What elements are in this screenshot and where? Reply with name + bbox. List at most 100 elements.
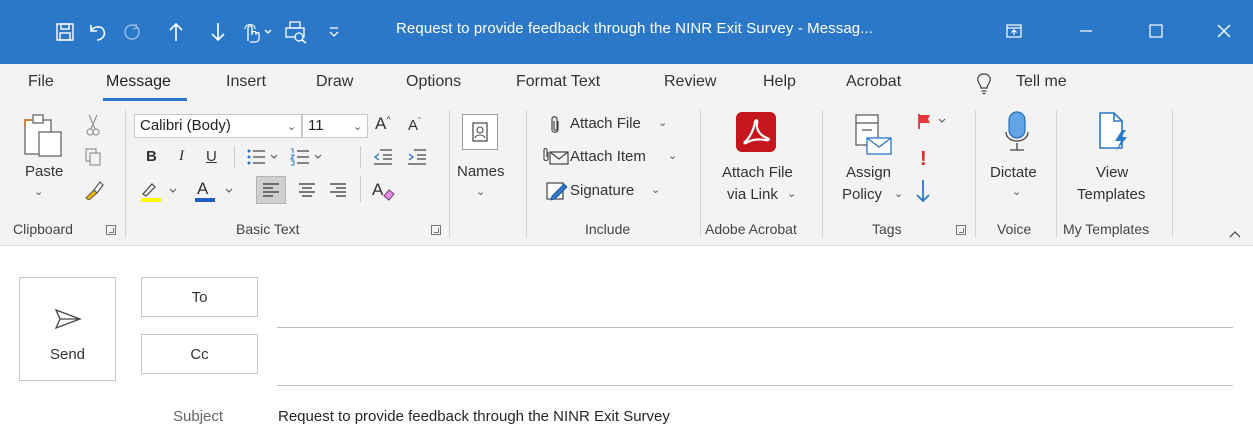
shrink-font-icon[interactable]: Aˇ [408,116,421,134]
minimize-icon[interactable] [1063,14,1109,48]
paste-icon[interactable] [22,112,66,163]
ribbon-display-options-icon[interactable] [991,14,1037,48]
clipboard-launcher-icon[interactable] [106,225,116,235]
close-icon[interactable] [1201,14,1247,48]
attach-item-button[interactable]: Attach Item [570,148,646,165]
paste-label[interactable]: Paste [25,163,63,180]
attach-file-button[interactable]: Attach File [570,115,641,132]
numbering-icon[interactable] [290,148,326,171]
tab-draw[interactable]: Draw [316,73,353,91]
clipboard-group-label: Clipboard [13,221,73,237]
font-color-icon[interactable]: A [194,178,240,207]
follow-up-flag-icon[interactable] [916,112,950,135]
attach-file-via-link-chevron-icon[interactable]: ⌄ [787,187,796,200]
signature-chevron-icon[interactable]: ⌄ [651,183,660,196]
assign-policy-line1[interactable]: Assign [846,164,891,181]
underline-button[interactable]: U [206,148,217,165]
to-field-underline [277,327,1233,328]
save-icon[interactable] [50,17,80,47]
to-label: To [191,288,208,306]
dictate-label[interactable]: Dictate [990,164,1037,181]
view-templates-line1[interactable]: View [1096,164,1128,181]
microphone-icon[interactable] [1004,110,1030,161]
inline-separator [234,146,235,168]
format-painter-icon[interactable] [84,180,104,205]
attach-file-via-link-line2[interactable]: via Link [727,186,778,203]
attach-file-via-link-line1[interactable]: Attach File [722,164,793,181]
grow-font-icon[interactable]: A^ [375,114,391,134]
view-templates-icon[interactable] [1097,110,1131,157]
tab-insert[interactable]: Insert [226,73,266,91]
send-icon [54,308,82,335]
collapse-ribbon-icon[interactable] [1228,226,1242,244]
adobe-acrobat-group-label: Adobe Acrobat [705,221,797,237]
attach-file-chevron-icon[interactable]: ⌄ [658,116,667,129]
names-label[interactable]: Names [457,163,505,180]
undo-icon[interactable] [83,17,113,47]
font-size-value: 11 [308,117,324,134]
basic-text-launcher-icon[interactable] [431,225,441,235]
view-templates-line2[interactable]: Templates [1077,186,1145,203]
cc-label: Cc [190,345,209,363]
italic-button[interactable]: I [179,148,184,165]
tab-options[interactable]: Options [406,73,461,91]
maximize-icon[interactable] [1133,14,1179,48]
cc-field[interactable] [279,357,1233,383]
to-field[interactable] [279,300,1233,326]
address-book-icon[interactable] [462,114,498,150]
to-button[interactable]: To [141,277,258,317]
assign-policy-line2[interactable]: Policy [842,186,882,203]
previous-item-icon[interactable] [161,17,191,47]
bullets-icon[interactable] [246,148,282,171]
tab-acrobat[interactable]: Acrobat [846,73,901,91]
decrease-indent-icon[interactable] [373,148,393,171]
signature-icon[interactable] [546,181,568,206]
assign-policy-icon[interactable] [853,112,895,163]
clear-formatting-icon[interactable]: A [371,178,397,207]
dictate-chevron-icon[interactable]: ⌄ [1012,185,1021,198]
attach-file-icon[interactable] [547,115,563,140]
names-chevron-icon[interactable]: ⌄ [476,185,485,198]
tab-review[interactable]: Review [664,73,716,91]
font-size-combobox[interactable]: 11 ⌄ [302,114,368,138]
print-preview-icon[interactable] [281,17,311,47]
tell-me-search[interactable]: Tell me [1016,73,1067,91]
align-right-icon[interactable] [324,177,352,208]
copy-icon[interactable] [84,147,102,172]
increase-indent-icon[interactable] [407,148,427,171]
touch-mode-icon[interactable] [240,17,274,47]
low-importance-icon[interactable] [914,178,932,209]
customize-qat-icon[interactable] [322,17,346,47]
subject-field[interactable]: Request to provide feedback through the … [278,408,670,425]
cut-icon[interactable] [85,114,101,141]
lightbulb-icon [976,73,992,100]
tab-help[interactable]: Help [763,73,796,91]
tags-launcher-icon[interactable] [956,225,966,235]
tab-message[interactable]: Message [106,73,171,91]
include-group-label: Include [585,221,631,237]
attach-item-icon[interactable] [543,147,569,172]
high-importance-icon[interactable]: ! [920,148,927,171]
redo-icon[interactable] [117,17,147,47]
next-item-icon[interactable] [203,17,233,47]
adobe-acrobat-icon[interactable] [736,112,776,152]
highlight-icon[interactable] [140,180,184,207]
cc-button[interactable]: Cc [141,334,258,374]
group-separator [975,110,976,238]
svg-text:A: A [372,180,384,199]
font-name-combobox[interactable]: Calibri (Body) ⌄ [134,114,302,138]
send-button[interactable]: Send [19,277,116,381]
align-left-icon[interactable] [256,176,286,204]
attach-item-chevron-icon[interactable]: ⌄ [668,149,677,162]
tab-format-text[interactable]: Format Text [516,73,600,91]
group-separator [822,110,823,238]
group-separator [125,110,126,238]
assign-policy-chevron-icon[interactable]: ⌄ [894,187,903,200]
group-separator [526,110,527,238]
bold-button[interactable]: B [146,148,157,165]
tab-file[interactable]: File [28,73,54,91]
paste-chevron-icon[interactable]: ⌄ [34,185,43,198]
align-center-icon[interactable] [293,177,321,208]
signature-button[interactable]: Signature [570,182,634,199]
title-bar: Request to provide feedback through the … [0,0,1253,64]
